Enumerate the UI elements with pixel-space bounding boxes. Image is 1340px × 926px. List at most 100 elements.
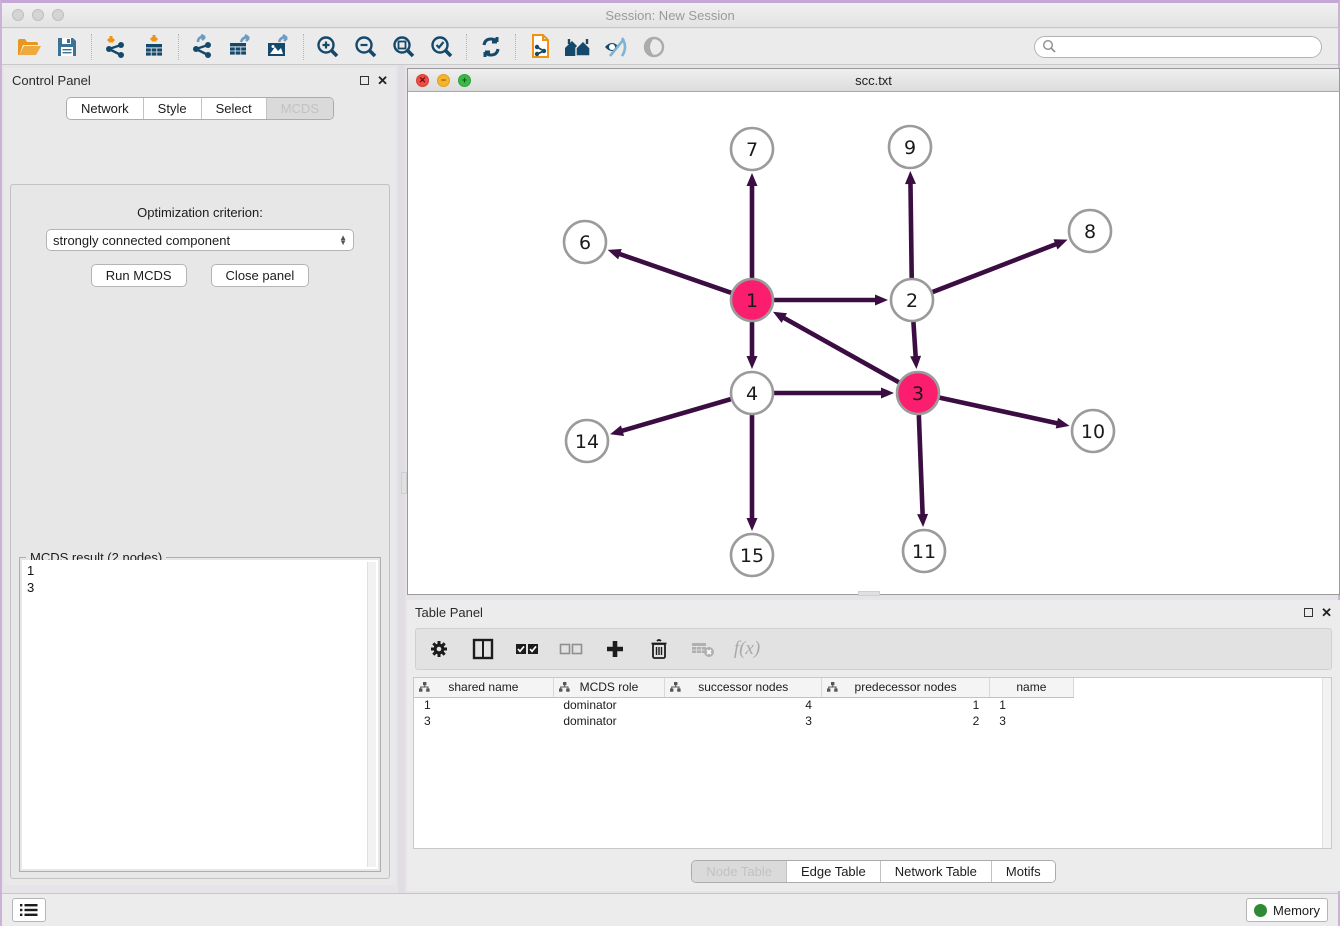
table-row[interactable]: 3 dominator 3 2 3 [414,713,1074,729]
cell-mcds-role[interactable]: dominator [553,713,664,729]
cell-name[interactable]: 3 [989,713,1073,729]
export-table-icon[interactable] [222,32,260,62]
zoom-in-icon[interactable] [309,32,347,62]
select-all-icon[interactable] [514,636,540,662]
graph-edge-4-14[interactable] [610,399,731,436]
cell-mcds-role[interactable]: dominator [553,697,664,713]
graph-edge-1-2[interactable] [774,295,888,306]
open-session-icon[interactable] [10,32,48,62]
table-row[interactable]: 1 dominator 4 1 1 [414,697,1074,713]
cell-predecessor-nodes[interactable]: 1 [822,697,989,713]
network-graph[interactable]: 7 9 6 8 1 2 4 3 14 10 15 11 [408,92,1339,594]
close-panel-icon[interactable]: ✕ [377,76,388,85]
float-panel-icon[interactable] [360,76,369,85]
float-table-panel-icon[interactable] [1304,608,1313,617]
graph-edge-3-11[interactable] [917,415,928,527]
graph-node-3[interactable]: 3 [897,372,939,414]
network-window-title: scc.txt [408,73,1339,88]
graph-edge-3-1[interactable] [773,312,899,383]
tab-node-table[interactable]: Node Table [692,861,787,882]
zoom-selected-icon[interactable] [423,32,461,62]
close-panel-button[interactable]: Close panel [211,264,310,287]
graph-edge-4-15[interactable] [747,415,758,531]
deselect-all-icon[interactable] [558,636,584,662]
graph-node-8[interactable]: 8 [1069,210,1111,252]
table-settings-gear-icon[interactable] [426,636,452,662]
graph-node-10[interactable]: 10 [1072,410,1114,452]
status-bar: Memory [2,893,1338,926]
node-table[interactable]: shared name MCDS role successor nodes pr… [413,677,1332,849]
criterion-select[interactable]: strongly connected component ▲▼ [46,229,354,251]
graph-edge-4-3[interactable] [774,388,894,399]
save-session-icon[interactable] [48,32,86,62]
add-column-icon[interactable] [602,636,628,662]
tab-mcds[interactable]: MCDS [267,98,333,119]
graph-edge-1-7[interactable] [747,173,758,278]
graph-node-1[interactable]: 1 [731,279,773,321]
table-header-row: shared name MCDS role successor nodes pr… [414,678,1074,697]
toolbar-search[interactable] [1034,36,1322,58]
tab-network[interactable]: Network [67,98,144,119]
column-header-predecessor-nodes[interactable]: predecessor nodes [822,678,989,697]
column-type-icon [827,682,838,692]
close-table-panel-icon[interactable]: ✕ [1321,608,1332,617]
network-vertical-scrollbar[interactable] [401,472,407,494]
cell-successor-nodes[interactable]: 3 [665,713,822,729]
graph-node-14[interactable]: 14 [566,420,608,462]
tab-edge-table[interactable]: Edge Table [787,861,881,882]
table-scrollbar[interactable] [1322,678,1331,848]
graph-node-7[interactable]: 7 [731,128,773,170]
new-network-from-selection-icon[interactable] [521,32,559,62]
cell-name[interactable]: 1 [989,697,1073,713]
network-canvas[interactable]: 7 9 6 8 1 2 4 3 14 10 15 11 [408,92,1339,594]
table-panel-title: Table Panel [415,605,483,620]
tab-select[interactable]: Select [202,98,267,119]
graph-node-2[interactable]: 2 [891,279,933,321]
show-hide-icon[interactable] [597,32,635,62]
column-header-name[interactable]: name [989,678,1073,697]
import-table-icon[interactable] [135,32,173,62]
graph-node-15[interactable]: 15 [731,534,773,576]
column-header-successor-nodes[interactable]: successor nodes [665,678,822,697]
column-header-mcds-role[interactable]: MCDS role [553,678,664,697]
graph-node-9[interactable]: 9 [889,126,931,168]
graph-edge-2-3[interactable] [910,322,921,369]
graph-node-4[interactable]: 4 [731,372,773,414]
column-header-shared-name[interactable]: shared name [414,678,553,697]
import-network-icon[interactable] [97,32,135,62]
tab-network-table[interactable]: Network Table [881,861,992,882]
app-title-bar: Session: New Session [2,3,1338,28]
network-view-window: ✕ − + scc.txt 7 9 6 8 1 2 4 3 14 10 15 11 [407,68,1340,595]
zoom-fit-icon[interactable] [385,32,423,62]
home-layout-icon[interactable] [559,32,597,62]
cell-successor-nodes[interactable]: 4 [665,697,822,713]
network-window-titlebar[interactable]: ✕ − + scc.txt [408,69,1339,92]
mcds-result-text[interactable]: 1 3 [22,560,378,869]
cell-predecessor-nodes[interactable]: 2 [822,713,989,729]
run-mcds-button[interactable]: Run MCDS [91,264,187,287]
graph-edge-2-8[interactable] [933,239,1068,292]
tab-style[interactable]: Style [144,98,202,119]
graph-edge-1-4[interactable] [747,322,758,369]
task-history-button[interactable] [12,898,46,922]
delete-column-icon[interactable] [646,636,672,662]
zoom-out-icon[interactable] [347,32,385,62]
graph-node-6[interactable]: 6 [564,221,606,263]
cell-shared-name[interactable]: 3 [414,713,553,729]
memory-button[interactable]: Memory [1246,898,1328,922]
export-image-icon[interactable] [260,32,298,62]
graph-node-11[interactable]: 11 [903,530,945,572]
graph-edge-3-10[interactable] [939,398,1069,429]
mcds-scrollbar[interactable] [367,562,376,867]
graph-edge-2-9[interactable] [905,171,916,278]
select-stepper-icon: ▲▼ [339,235,347,245]
memory-status-icon [1254,904,1267,917]
export-network-icon[interactable] [184,32,222,62]
cell-shared-name[interactable]: 1 [414,697,553,713]
network-horizontal-scrollbar[interactable] [858,591,880,596]
refresh-icon[interactable] [472,32,510,62]
column-layout-icon[interactable] [470,636,496,662]
search-input[interactable] [1057,40,1307,54]
tab-motifs[interactable]: Motifs [992,861,1055,882]
graph-edge-1-6[interactable] [608,249,732,293]
